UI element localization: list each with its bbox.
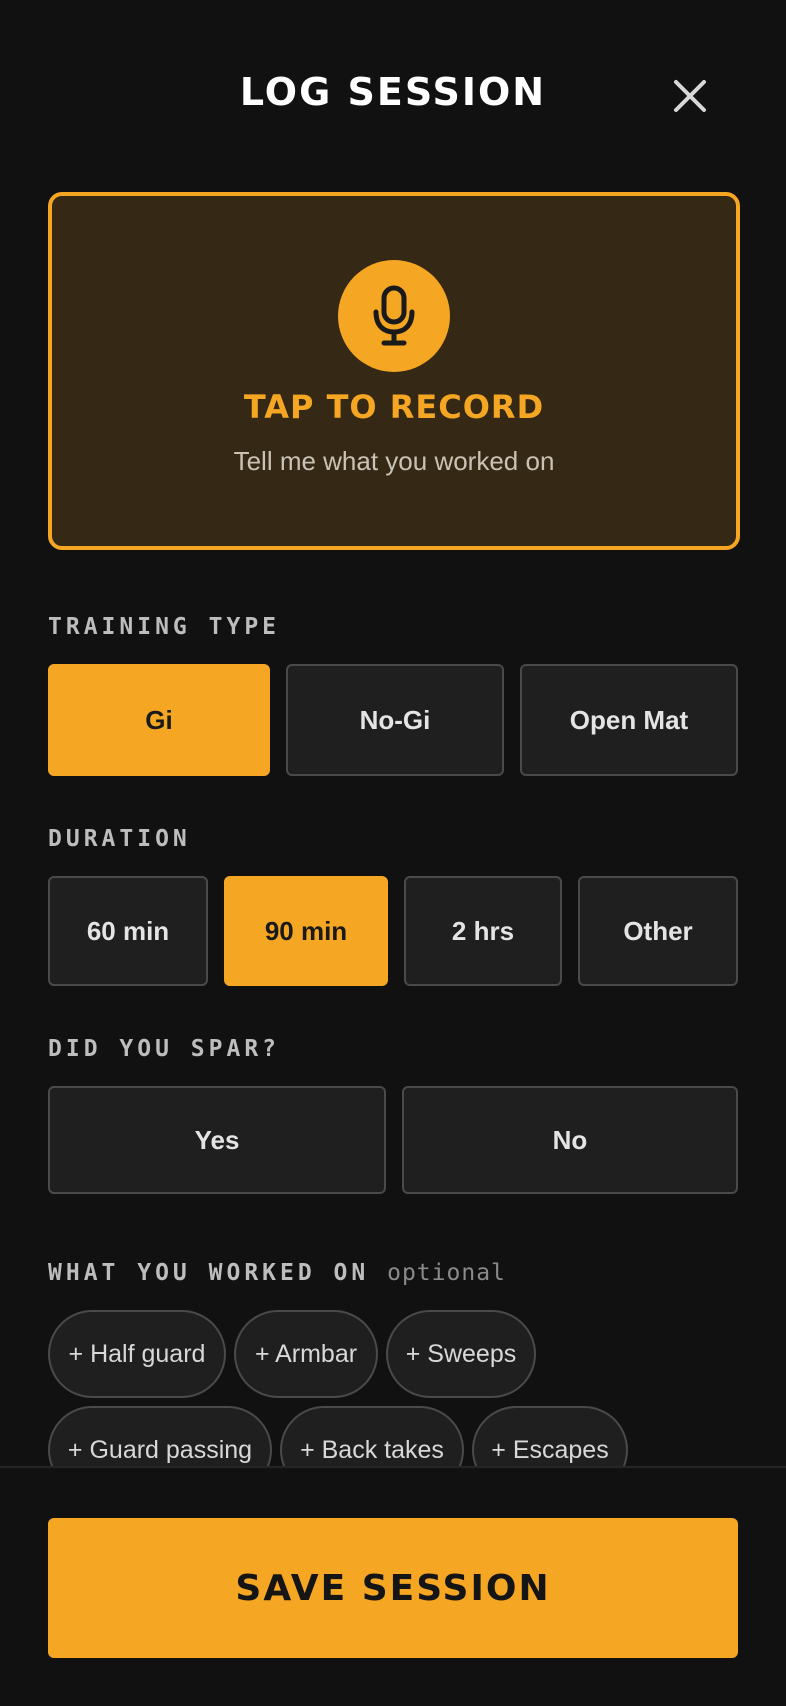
technique-chip-half-guard[interactable]: + Half guard bbox=[48, 1310, 226, 1398]
close-button[interactable] bbox=[670, 74, 710, 118]
header: LOG SESSION bbox=[0, 0, 786, 190]
spar-option-yes[interactable]: Yes bbox=[48, 1086, 386, 1194]
spar-option-no[interactable]: No bbox=[402, 1086, 738, 1194]
technique-chip-sweeps[interactable]: + Sweeps bbox=[386, 1310, 536, 1398]
duration-option-60-min[interactable]: 60 min bbox=[48, 876, 208, 986]
worked-on-label-text: WHAT YOU WORKED ON bbox=[48, 1260, 370, 1286]
duration-option-90-min[interactable]: 90 min bbox=[224, 876, 388, 986]
close-icon bbox=[674, 80, 706, 112]
mic-circle bbox=[338, 260, 450, 372]
record-title: TAP TO RECORD bbox=[243, 388, 545, 426]
training-option-open-mat[interactable]: Open Mat bbox=[520, 664, 738, 776]
optional-label: optional bbox=[387, 1260, 506, 1286]
record-subtitle: Tell me what you worked on bbox=[233, 446, 555, 476]
training-type-label: TRAINING TYPE bbox=[48, 614, 281, 640]
save-session-button[interactable]: SAVE SESSION bbox=[48, 1518, 738, 1658]
spar-label: DID YOU SPAR? bbox=[48, 1036, 281, 1062]
duration-label: DURATION bbox=[48, 826, 191, 852]
training-option-gi[interactable]: Gi bbox=[48, 664, 270, 776]
training-option-no-gi[interactable]: No-Gi bbox=[286, 664, 504, 776]
microphone-icon bbox=[373, 285, 415, 346]
record-button[interactable]: TAP TO RECORD Tell me what you worked on bbox=[48, 192, 740, 550]
duration-option-2-hrs[interactable]: 2 hrs bbox=[404, 876, 562, 986]
page-title: LOG SESSION bbox=[239, 70, 547, 114]
footer: SAVE SESSION bbox=[0, 1466, 786, 1706]
worked-on-label: WHAT YOU WORKED ON optional bbox=[48, 1260, 506, 1286]
technique-chip-armbar[interactable]: + Armbar bbox=[234, 1310, 378, 1398]
duration-option-other[interactable]: Other bbox=[578, 876, 738, 986]
